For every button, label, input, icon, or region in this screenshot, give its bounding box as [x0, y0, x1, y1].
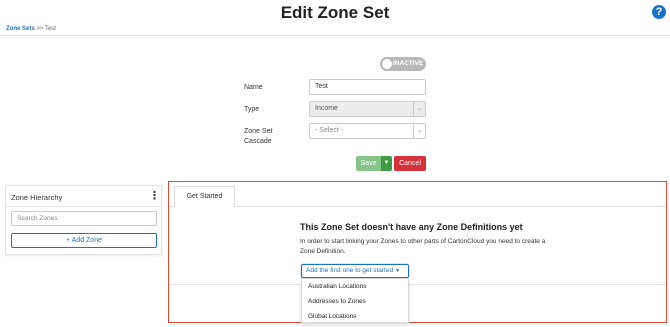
add-first-definition-button[interactable]: Add the first one to get started ▼	[301, 264, 409, 278]
type-select[interactable]: Income ⌄	[309, 101, 426, 117]
status-toggle[interactable]: INACTIVE	[380, 57, 426, 71]
cascade-label-line2: Cascade	[244, 138, 272, 145]
caret-down-icon: ▼	[383, 160, 390, 166]
search-zones-input[interactable]: Search Zones	[11, 211, 157, 226]
chevron-down-icon: ⌄	[413, 124, 425, 138]
cascade-select[interactable]: - Select - ⌄	[309, 123, 426, 139]
name-input[interactable]: Test	[309, 79, 426, 95]
add-first-definition-label: Add the first one to get started	[306, 267, 394, 274]
menu-item-global-locations[interactable]: Global Locations	[302, 309, 408, 324]
tab-get-started[interactable]: Get Started	[174, 186, 235, 207]
tab-divider	[169, 206, 666, 207]
name-label: Name	[244, 84, 263, 91]
breadcrumb-separator: >>	[36, 26, 44, 32]
type-label: Type	[244, 106, 260, 113]
breadcrumb-link-zone-sets[interactable]: Zone Sets	[6, 26, 35, 32]
save-options-button[interactable]: ▼	[381, 156, 392, 171]
caret-down-icon: ▼	[395, 268, 401, 274]
chevron-down-icon: ⌄	[413, 102, 425, 116]
get-started-panel: Get Started This Zone Set doesn't have a…	[168, 181, 667, 323]
zone-hierarchy-title: Zone Hierarchy	[11, 193, 63, 202]
zone-definition-dropdown: Australian Locations Addresses to Zones …	[301, 278, 409, 323]
save-button[interactable]: Save	[356, 156, 381, 171]
zone-hierarchy-panel: Zone Hierarchy ⋮ Search Zones + Add Zone	[5, 185, 162, 255]
help-icon[interactable]: ?	[652, 5, 666, 19]
cancel-button[interactable]: Cancel	[394, 156, 426, 171]
menu-item-addresses-to-zones[interactable]: Addresses to Zones	[302, 294, 408, 309]
kebab-menu-icon[interactable]: ⋮	[149, 190, 160, 202]
panel-divider	[6, 206, 161, 207]
toggle-knob	[382, 59, 392, 69]
add-zone-button[interactable]: + Add Zone	[11, 233, 157, 248]
type-select-value: Income	[315, 105, 338, 112]
cascade-select-value: - Select -	[315, 127, 344, 134]
page-title: Edit Zone Set	[280, 3, 390, 22]
cascade-label: Zone Set Cascade	[244, 127, 272, 147]
menu-item-australian-locations[interactable]: Australian Locations	[302, 279, 408, 294]
empty-state-title: This Zone Set doesn't have any Zone Defi…	[300, 222, 523, 232]
breadcrumb: Zone Sets >> Test	[6, 26, 56, 32]
panel-divider	[169, 284, 666, 285]
breadcrumb-current: Test	[44, 26, 56, 32]
status-toggle-label: INACTIVE	[393, 60, 424, 67]
empty-state-description: In order to start linking your Zones to …	[300, 238, 546, 255]
cascade-label-line1: Zone Set	[244, 128, 273, 135]
header-divider	[0, 35, 670, 36]
